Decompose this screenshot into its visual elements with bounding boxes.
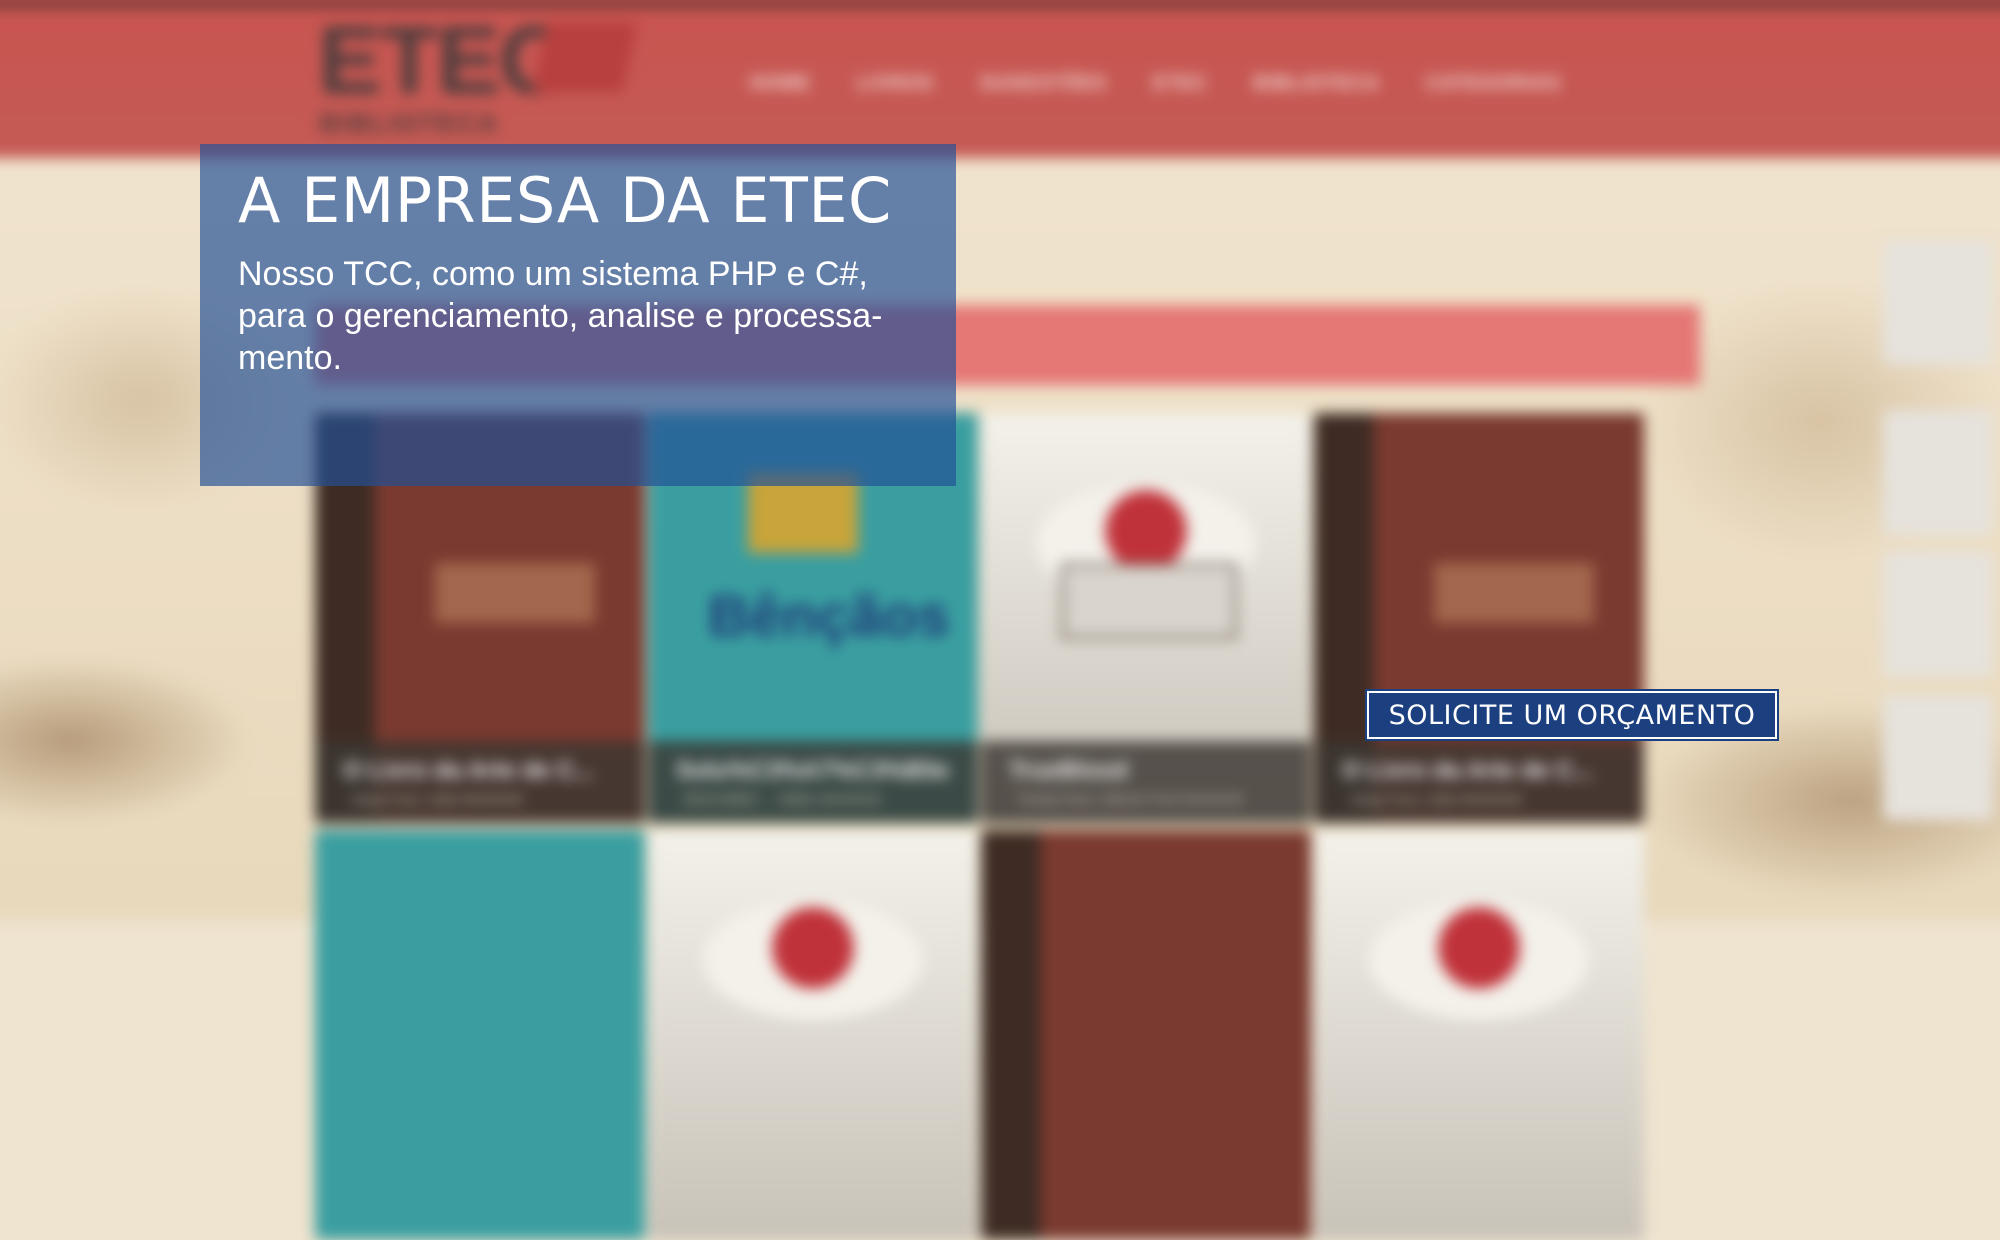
book-cover-label xyxy=(1434,563,1594,623)
book-cover-art xyxy=(703,900,923,1020)
side-thumbnail xyxy=(1883,240,1993,365)
book-cover-art xyxy=(1369,900,1589,1020)
hero-description: Nosso TCC, como um sistema PHP e C#, par… xyxy=(238,255,883,378)
side-thumbnail xyxy=(1883,552,1993,677)
book-caption: O Livro da Arte de C... Jorge Cruz, Lidi… xyxy=(315,741,645,823)
book-meta: Jorge Cruz, Lidia ★★★★★ xyxy=(1350,791,1523,807)
header-edge xyxy=(0,0,2000,6)
nav-item-livros: LIVROS xyxy=(857,73,934,94)
book-card xyxy=(981,830,1311,1240)
nav-item-biblioteca: BIBLIOTECA xyxy=(1253,73,1380,94)
book-title: TrueBlood xyxy=(1009,757,1128,784)
book-title: O Livro da Arte de C... xyxy=(343,757,595,784)
book-title: O Livro da Arte de C... xyxy=(1342,757,1594,784)
book-card xyxy=(648,830,978,1240)
book-card xyxy=(1314,830,1644,1240)
request-quote-button[interactable]: SOLICITE UM ORÇAMENTO xyxy=(1365,689,1779,741)
nav-item-sugestoes: SUGESTÕES xyxy=(979,73,1107,94)
book-cover-label xyxy=(1061,563,1237,639)
nav-item-categorias: CATEGORIAS xyxy=(1425,73,1562,94)
book-cover-text: Bênçãos xyxy=(708,584,950,649)
book-card: TrueBlood Teorija Kaos, Alberto Fruit ★★… xyxy=(981,413,1311,823)
hero-title: A EMPRESA DA ETEC xyxy=(238,164,892,237)
book-meta: Teorija Kaos, Alberto Fruit ★★★★★ xyxy=(1017,791,1244,807)
hero-info-box: A EMPRESA DA ETEC Nosso TCC, como um sis… xyxy=(200,144,956,486)
book-meta: MOCAMBO ... Vifidio ★★★★★ xyxy=(684,791,882,807)
nav-item-etec: ETEC xyxy=(1152,73,1208,94)
book-title: Solu%C3%A7%C3%B5es de Pallad... xyxy=(676,757,950,784)
book-caption: O Livro da Arte de C... Jorge Cruz, Lidi… xyxy=(1314,741,1644,823)
nav-item-home: HOME xyxy=(750,73,811,94)
book-card xyxy=(315,830,645,1240)
site-logo: ETEC xyxy=(318,7,568,114)
side-thumbnail xyxy=(1883,410,1993,535)
site-logo-subtitle: BIBLIOTECA xyxy=(320,108,499,138)
book-caption: Solu%C3%A7%C3%B5es de Pallad... MOCAMBO … xyxy=(648,741,978,823)
side-thumbnail xyxy=(1883,695,1993,820)
site-header: ETEC BIBLIOTECA HOME LIVROS SUGESTÕES ET… xyxy=(0,0,2000,158)
site-nav: HOME LIVROS SUGESTÕES ETEC BIBLIOTECA CA… xyxy=(750,73,1561,95)
book-card: O Livro da Arte de C... Jorge Cruz, Lidi… xyxy=(1314,413,1644,823)
book-meta: Jorge Cruz, Lidia ★★★★★ xyxy=(351,791,524,807)
book-caption: TrueBlood Teorija Kaos, Alberto Fruit ★★… xyxy=(981,741,1311,823)
book-cover-label xyxy=(435,563,595,623)
logo-flag-icon xyxy=(532,22,638,92)
